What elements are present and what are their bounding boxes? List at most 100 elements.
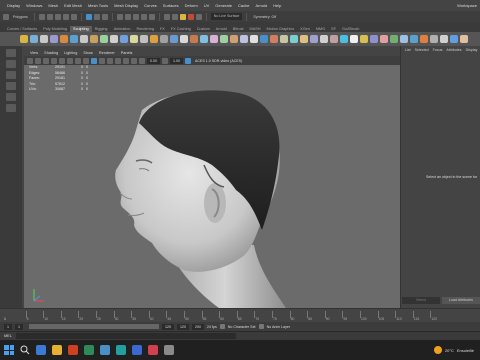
image-plane-icon[interactable] xyxy=(43,57,49,64)
select-by-hierarchy-icon[interactable] xyxy=(85,13,92,20)
mel-input[interactable] xyxy=(15,333,236,339)
shelf-tool-icon[interactable] xyxy=(440,35,448,43)
make-live-icon[interactable] xyxy=(148,13,155,20)
gamma-field[interactable]: 1.00 xyxy=(170,57,183,64)
taskbar-app-icon[interactable] xyxy=(148,345,158,355)
snap-point-icon[interactable] xyxy=(132,13,139,20)
shelf-tool-icon[interactable] xyxy=(170,35,178,43)
taskbar-app-icon[interactable] xyxy=(68,345,78,355)
shelf-tool-icon[interactable] xyxy=(310,35,318,43)
undo-icon[interactable] xyxy=(62,13,69,20)
shelf-tool-icon[interactable] xyxy=(450,35,458,43)
shelf-tool-icon[interactable] xyxy=(210,35,218,43)
snap-view-plane-icon[interactable] xyxy=(140,13,147,20)
panel-menu-panels[interactable]: Panels xyxy=(118,51,136,55)
time-slider[interactable]: 5 10 15 20 25 30 35 40 45 50 55 60 65 70 75 80 85 90 95 100… xyxy=(0,308,480,322)
history-icon[interactable] xyxy=(163,13,170,20)
workspace-label[interactable]: Workspace xyxy=(457,3,480,8)
shelf-tool-icon[interactable] xyxy=(290,35,298,43)
bookmark-icon[interactable] xyxy=(35,57,41,64)
shelf-tool-icon[interactable] xyxy=(280,35,288,43)
construction-history-icon[interactable] xyxy=(171,13,178,20)
textured-icon[interactable] xyxy=(99,57,105,64)
menu-windows[interactable]: Windows xyxy=(23,3,45,8)
menu-mesh-display[interactable]: Mesh Display xyxy=(111,3,141,8)
live-surface-field[interactable]: No Live Surface xyxy=(210,13,243,20)
gate-mask-icon[interactable] xyxy=(75,57,81,64)
select-by-component-icon[interactable] xyxy=(101,13,108,20)
open-scene-icon[interactable] xyxy=(46,13,53,20)
shelf-tool-icon[interactable] xyxy=(460,35,468,43)
menu-generate[interactable]: Generate xyxy=(212,3,235,8)
select-tool-icon[interactable] xyxy=(6,49,16,57)
animation-start-field[interactable]: 1 xyxy=(4,323,12,330)
shelf-tool-icon[interactable] xyxy=(390,35,398,43)
menu-edit-mesh[interactable]: Edit Mesh xyxy=(61,3,85,8)
render-settings-icon[interactable] xyxy=(195,13,202,20)
shelf-tool-icon[interactable] xyxy=(40,35,48,43)
animation-end-field[interactable]: 120 xyxy=(177,323,189,330)
shelf-tool-icon[interactable] xyxy=(110,35,118,43)
shelf-tool-icon[interactable] xyxy=(150,35,158,43)
attr-tab-focus[interactable]: Focus xyxy=(431,48,445,52)
temperature-label[interactable]: 20°C xyxy=(445,348,454,353)
menu-cache[interactable]: Cache xyxy=(235,3,253,8)
paint-select-tool-icon[interactable] xyxy=(6,71,16,79)
panel-menu-shading[interactable]: Shading xyxy=(41,51,61,55)
anim-layer-dropdown[interactable]: No Anim Layer xyxy=(267,325,291,329)
wireframe-icon[interactable] xyxy=(83,57,89,64)
weather-label[interactable]: Ensoleillé xyxy=(457,348,474,353)
taskbar-app-icon[interactable] xyxy=(132,345,142,355)
shelf-tool-icon[interactable] xyxy=(300,35,308,43)
menu-deform[interactable]: Deform xyxy=(182,3,201,8)
save-scene-icon[interactable] xyxy=(54,13,61,20)
shelf-tool-icon[interactable] xyxy=(130,35,138,43)
color-management-icon[interactable] xyxy=(185,57,191,64)
shelf-tool-icon[interactable] xyxy=(330,35,338,43)
ipr-render-icon[interactable] xyxy=(187,13,194,20)
resolution-gate-icon[interactable] xyxy=(67,57,73,64)
attr-tab-display[interactable]: Display xyxy=(464,48,480,52)
taskbar-app-icon[interactable] xyxy=(164,345,174,355)
shelf-tool-icon[interactable] xyxy=(400,35,408,43)
new-scene-icon[interactable] xyxy=(38,13,45,20)
shelf-tool-icon[interactable] xyxy=(30,35,38,43)
shelf-tool-icon[interactable] xyxy=(430,35,438,43)
character-set-dropdown[interactable]: No Character Set xyxy=(228,325,256,329)
lighting-icon[interactable] xyxy=(107,57,113,64)
attr-tab-attributes[interactable]: Attributes xyxy=(444,48,463,52)
taskbar-app-icon[interactable] xyxy=(52,345,62,355)
weather-icon[interactable] xyxy=(433,346,442,354)
camera-attributes-icon[interactable] xyxy=(27,57,33,64)
move-tool-icon[interactable] xyxy=(6,82,16,90)
shelf-tool-icon[interactable] xyxy=(240,35,248,43)
menu-help[interactable]: Help xyxy=(270,3,284,8)
taskbar-app-icon[interactable] xyxy=(36,345,46,355)
snap-curve-icon[interactable] xyxy=(124,13,131,20)
shelf-tool-icon[interactable] xyxy=(320,35,328,43)
shelf-tool-icon[interactable] xyxy=(60,35,68,43)
select-button[interactable]: Select xyxy=(402,297,440,304)
range-slider[interactable] xyxy=(29,324,159,329)
view-transform-dropdown[interactable]: ACES 1.0 SDR-video (ACES) xyxy=(193,59,244,63)
menu-display[interactable]: Display xyxy=(4,3,23,8)
shelf-tool-icon[interactable] xyxy=(160,35,168,43)
xray-icon[interactable] xyxy=(123,57,129,64)
shelf-tool-icon[interactable] xyxy=(410,35,418,43)
redo-icon[interactable] xyxy=(70,13,77,20)
shelf-tool-icon[interactable] xyxy=(70,35,78,43)
shelf-tool-icon[interactable] xyxy=(370,35,378,43)
shelf-tool-icon[interactable] xyxy=(200,35,208,43)
menu-mesh[interactable]: Mesh xyxy=(45,3,61,8)
menu-set-dropdown[interactable]: Polygons xyxy=(11,15,30,19)
shelf-tool-icon[interactable] xyxy=(360,35,368,43)
mel-label[interactable]: MEL xyxy=(4,334,12,338)
shelf-tool-icon[interactable] xyxy=(90,35,98,43)
shelf-tool-icon[interactable] xyxy=(50,35,58,43)
rotate-tool-icon[interactable] xyxy=(6,93,16,101)
menu-surfaces[interactable]: Surfaces xyxy=(160,3,182,8)
panel-menu-view[interactable]: View xyxy=(27,51,41,55)
panel-menu-show[interactable]: Show xyxy=(80,51,96,55)
attr-tab-selected[interactable]: Selected xyxy=(413,48,431,52)
playback-start-field[interactable]: 1 xyxy=(15,323,23,330)
